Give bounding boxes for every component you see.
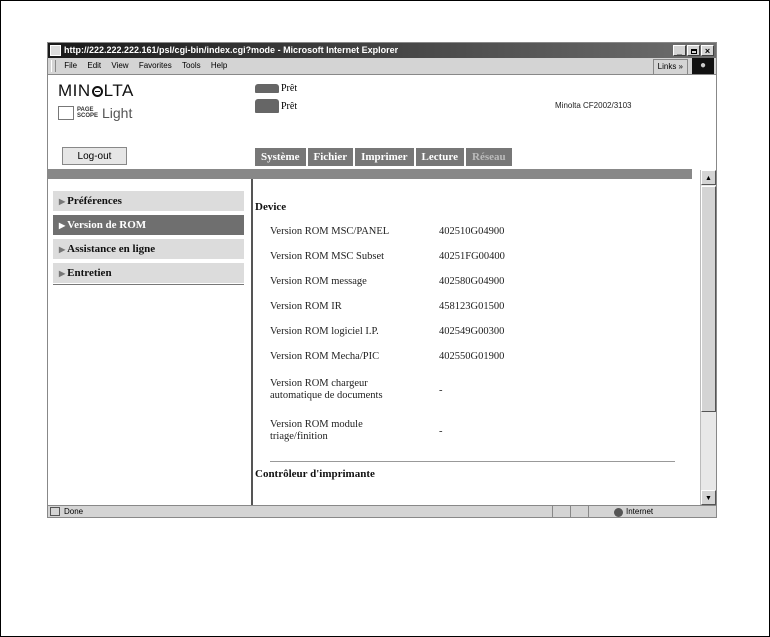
row-value: -: [439, 384, 443, 396]
rom-version-panel: Device Version ROM MSC/PANEL 402510G04900…: [255, 201, 685, 480]
pagescope-box-text: PAGE SCOPE: [77, 107, 99, 119]
row-label: Version ROM logiciel I.P.: [270, 325, 379, 337]
sidebar-item-version-rom[interactable]: ▶ Version de ROM: [53, 215, 244, 235]
sidebar: ▶ Préférences ▶ Version de ROM ▶ Assistance…: [53, 191, 244, 285]
triangle-right-icon: ▶: [59, 245, 66, 254]
table-row: Version ROM IR 458123G01500: [255, 294, 685, 319]
browser-window: http://222.222.222.161/psl/cgi-bin/index…: [47, 42, 717, 518]
status-cell: [588, 506, 589, 517]
page-content: MIN LTA PAGE SCOPE Light Prêt Prêt Minolt…: [48, 75, 716, 505]
table-row: Version ROM MSC Subset 40251FG00400: [255, 244, 685, 269]
sidebar-item-preferences[interactable]: ▶ Préférences: [53, 191, 244, 211]
page-done-icon: [50, 507, 60, 516]
window-title: http://222.222.222.161/psl/cgi-bin/index…: [64, 45, 399, 55]
row-label: Version ROM MSC Subset: [270, 250, 385, 262]
row-label: Version ROM Mecha/PIC: [270, 350, 380, 362]
sidebar-item-label: Préférences: [67, 195, 122, 207]
status-text: Done: [64, 507, 84, 516]
sidebar-item-label: Entretien: [67, 267, 112, 279]
minimize-button[interactable]: _: [673, 45, 686, 56]
printer-icon: [255, 99, 279, 113]
title-bar: http://222.222.222.161/psl/cgi-bin/index…: [48, 43, 716, 58]
table-row: Version ROM message 402580G04900: [255, 269, 685, 294]
toolbar-grip[interactable]: [51, 60, 56, 72]
tab-imprimer[interactable]: Imprimer: [355, 148, 414, 166]
menu-edit[interactable]: Edit: [83, 58, 105, 70]
row-value: -: [439, 425, 443, 437]
ie-page-icon: [50, 45, 61, 56]
tab-fichier[interactable]: Fichier: [307, 148, 354, 166]
row-value: 40251FG00400: [439, 251, 505, 262]
row-label: Version ROM message: [270, 275, 367, 287]
tab-lecture[interactable]: Lecture: [415, 148, 464, 166]
menu-file[interactable]: File: [60, 58, 81, 70]
row-value: 458123G01500: [439, 301, 505, 312]
printer-status: Prêt: [255, 99, 297, 113]
links-toolbar[interactable]: Links »: [652, 59, 688, 75]
globe-icon: [614, 507, 623, 517]
sidebar-divider: [251, 179, 253, 505]
row-label: Version ROM MSC/PANEL: [270, 225, 390, 237]
row-label: Version ROM module triage/finition: [270, 419, 363, 442]
row-value: 402580G04900: [439, 276, 505, 287]
sidebar-item-label: Version de ROM: [67, 219, 147, 231]
device-model: Minolta CF2002/3103: [555, 101, 632, 110]
logo-o-icon: [91, 86, 103, 97]
row-value: 402510G04900: [439, 226, 505, 237]
printer-status-text: Prêt: [281, 100, 298, 112]
window-controls: _ ×: [673, 45, 714, 56]
logo-text-start: MIN: [58, 81, 91, 100]
table-row: Version ROM logiciel I.P. 402549G00300: [255, 319, 685, 344]
menu-help[interactable]: Help: [207, 58, 231, 70]
section-rule: [270, 461, 675, 462]
scroll-down-button[interactable]: ▼: [701, 490, 716, 505]
minolta-logo: MIN LTA: [58, 81, 134, 101]
main-tabs: Système Fichier Imprimer Lecture Réseau: [255, 148, 512, 166]
table-row: Version ROM MSC/PANEL 402510G04900: [255, 219, 685, 244]
security-zone: Internet: [614, 506, 653, 518]
pagescope-icon: [58, 106, 74, 120]
status-bar: Done Internet: [48, 505, 716, 517]
table-row: Version ROM module triage/finition -: [255, 411, 685, 451]
section-title-printer-controller: Contrôleur d'imprimante: [255, 468, 375, 480]
close-button[interactable]: ×: [701, 45, 714, 56]
tab-reseau: Réseau: [466, 148, 512, 166]
triangle-right-icon: ▶: [59, 269, 66, 278]
scanner-status: Prêt: [255, 83, 297, 94]
sidebar-rule: [53, 284, 244, 285]
table-row: Version ROM chargeur automatique de docu…: [255, 369, 685, 411]
logo-text-end: LTA: [103, 81, 134, 100]
scanner-status-text: Prêt: [281, 83, 298, 94]
scroll-up-button[interactable]: ▲: [701, 170, 716, 185]
logout-button[interactable]: Log-out: [62, 147, 127, 165]
row-label: Version ROM IR: [270, 300, 342, 312]
sidebar-item-entretien[interactable]: ▶ Entretien: [53, 263, 244, 283]
sidebar-item-assistance[interactable]: ▶ Assistance en ligne: [53, 239, 244, 259]
status-cell: [552, 506, 553, 517]
zone-label: Internet: [626, 507, 654, 516]
status-cell: [570, 506, 571, 517]
ie-throbber-icon: ●: [692, 58, 714, 74]
header-divider: [48, 169, 692, 179]
pagescope-logo: PAGE SCOPE Light: [58, 105, 132, 121]
scroll-thumb[interactable]: [701, 186, 716, 412]
row-value: 402549G00300: [439, 326, 505, 337]
menu-bar: File Edit View Favorites Tools Help Link…: [48, 58, 716, 75]
row-value: 402550G01900: [439, 351, 505, 362]
triangle-right-icon: ▶: [59, 221, 66, 230]
triangle-right-icon: ▶: [59, 197, 66, 206]
restore-button[interactable]: [687, 45, 700, 56]
table-row: Version ROM Mecha/PIC 402550G01900: [255, 344, 685, 369]
scanner-icon: [255, 84, 279, 93]
section-title-device: Device: [255, 201, 287, 213]
tab-systeme[interactable]: Système: [255, 148, 306, 166]
pagescope-light: Light: [102, 105, 133, 121]
menu-view[interactable]: View: [107, 58, 132, 70]
vertical-scrollbar[interactable]: ▲ ▼: [700, 170, 716, 505]
menu-favorites[interactable]: Favorites: [135, 58, 176, 70]
sidebar-item-label: Assistance en ligne: [67, 243, 156, 255]
menu-tools[interactable]: Tools: [178, 58, 205, 70]
row-label: Version ROM chargeur automatique de docu…: [270, 378, 383, 401]
